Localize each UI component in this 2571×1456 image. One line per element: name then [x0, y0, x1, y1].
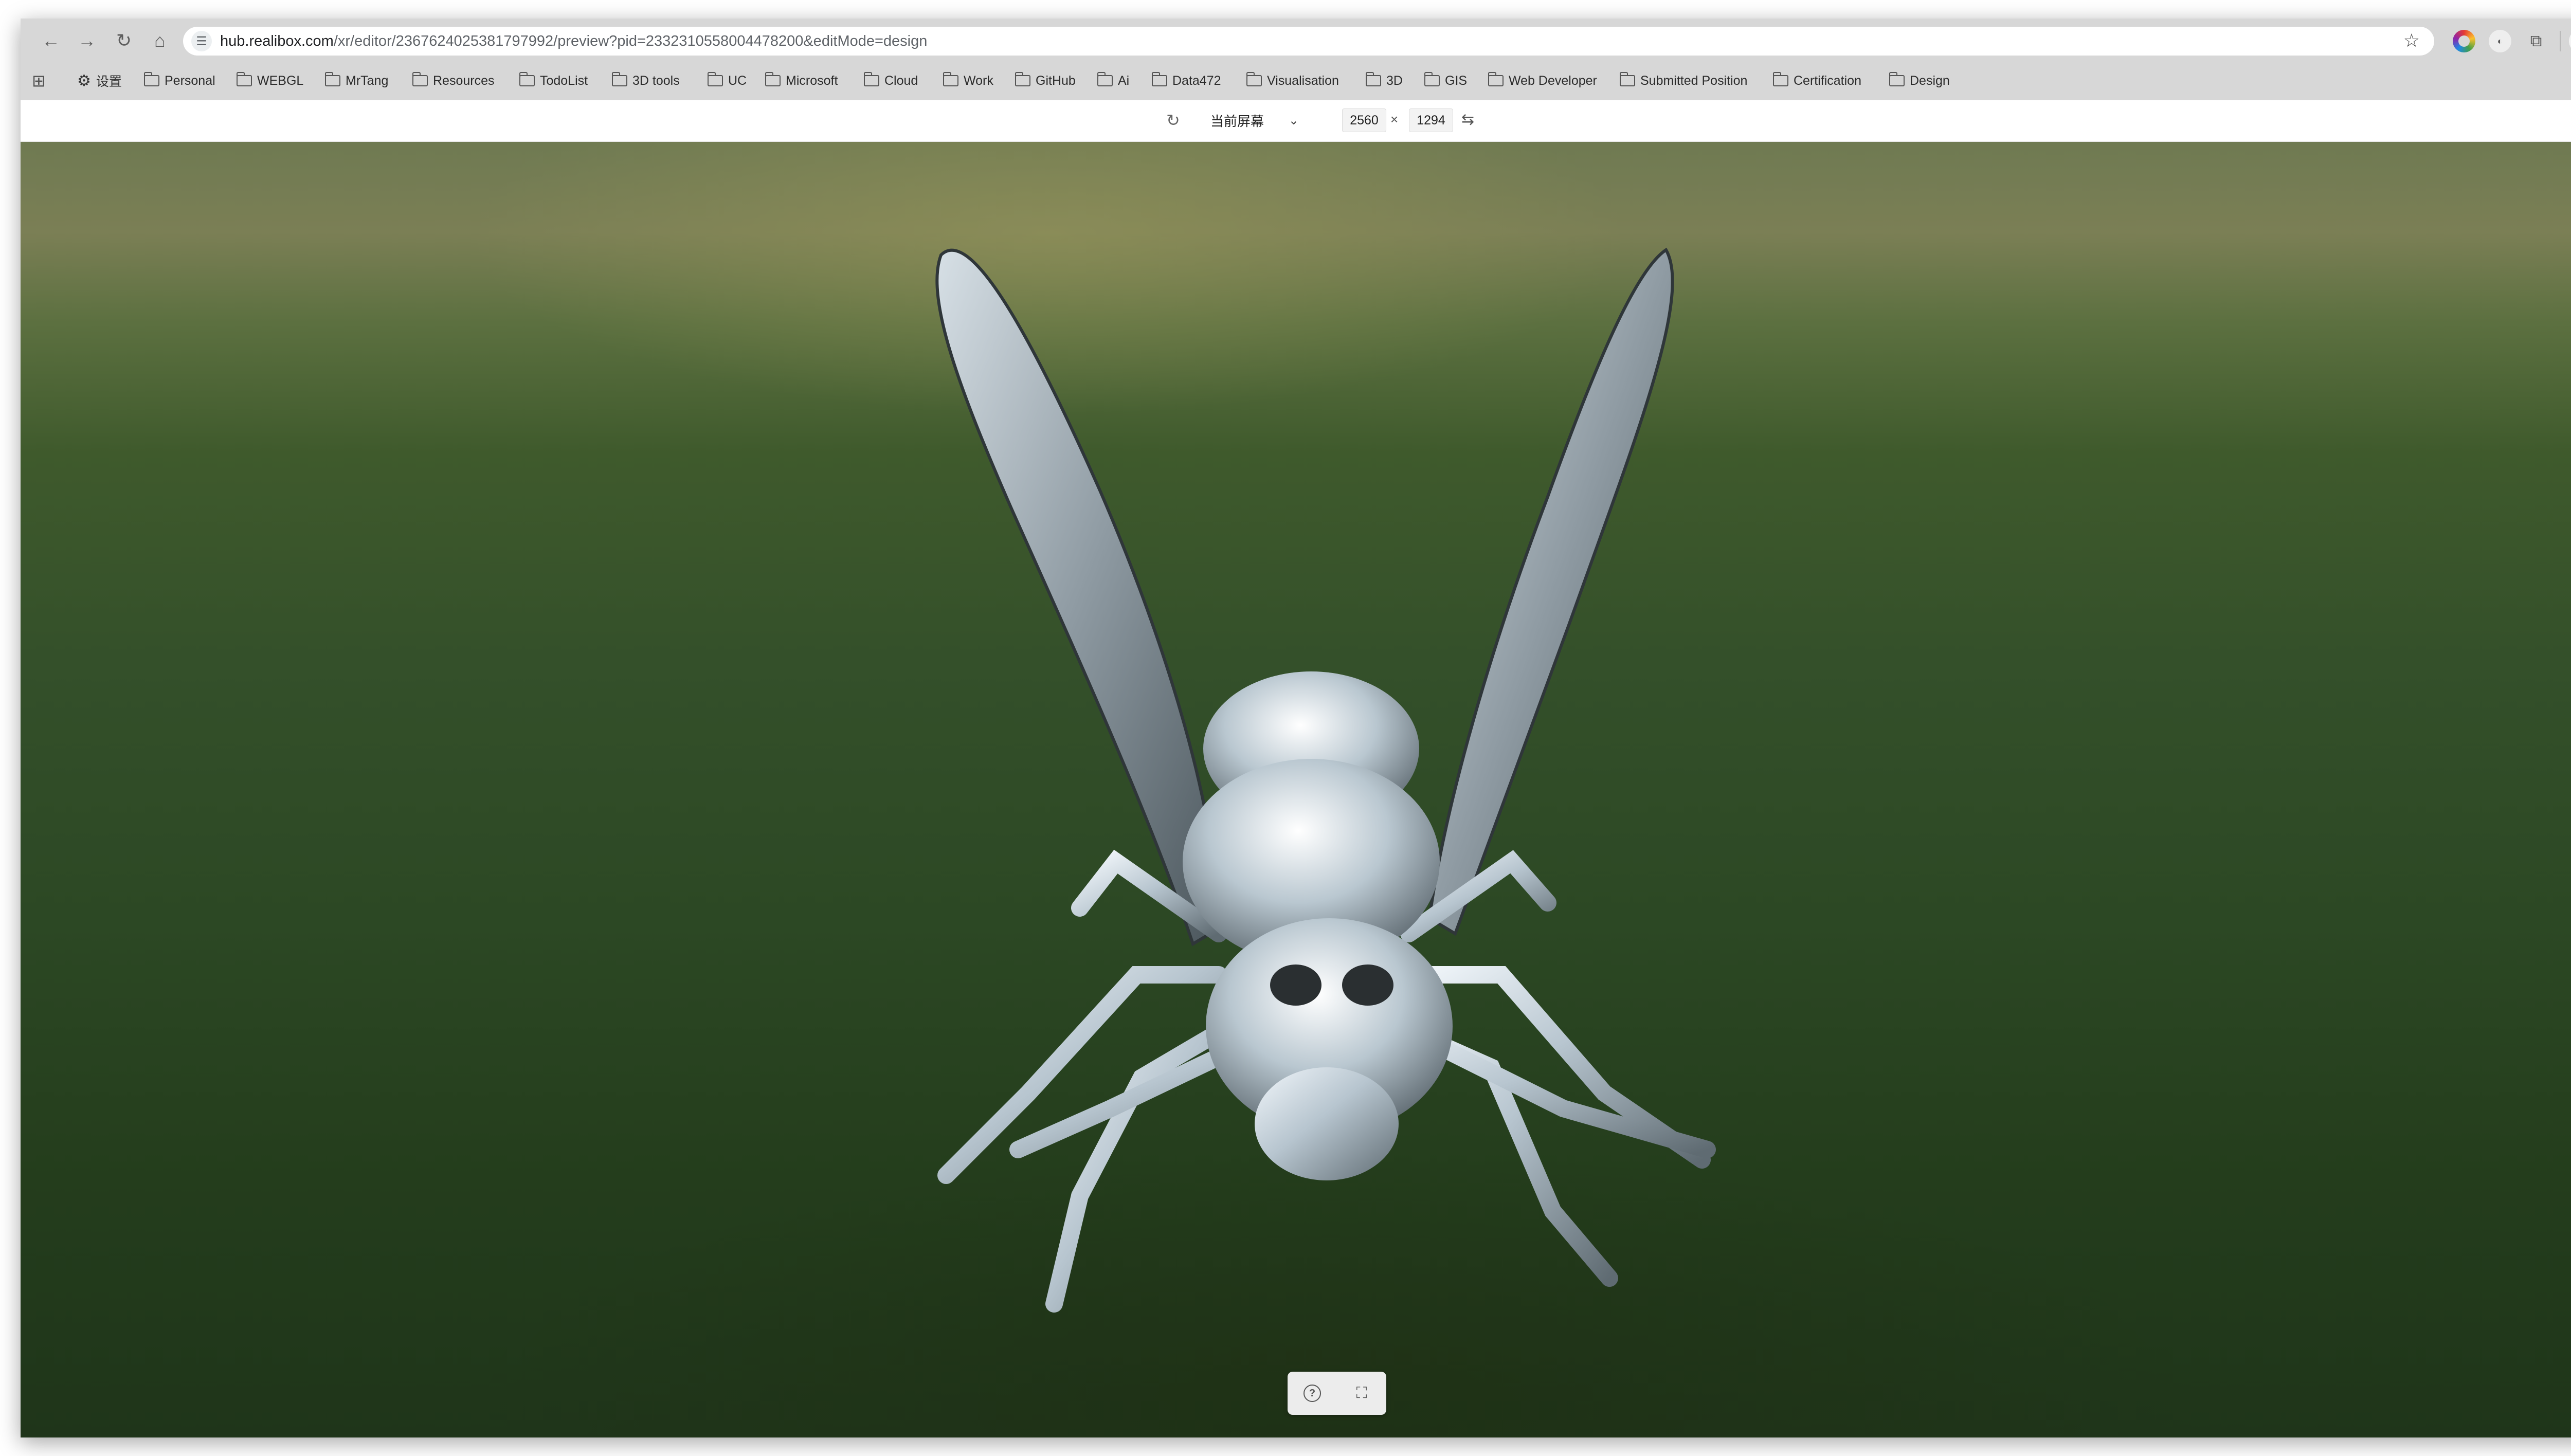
folder-icon	[236, 72, 252, 86]
bookmark-folder-work[interactable]: Work	[943, 70, 993, 92]
bookmark-folder-uc[interactable]: UC	[707, 70, 747, 92]
toolbar-separator	[2560, 31, 2561, 51]
folder-icon	[1365, 72, 1381, 86]
bee-model	[935, 247, 1716, 1313]
bookmark-folder-personal[interactable]: Personal	[143, 70, 215, 92]
apps-grid-icon[interactable]: ⊞	[32, 70, 46, 92]
site-info-icon[interactable]: ☰	[191, 31, 212, 51]
folder-icon	[143, 72, 159, 86]
bookmark-settings[interactable]: ⚙ 设置	[77, 70, 122, 92]
help-circle-icon[interactable]: ?	[1299, 1380, 1326, 1407]
screen-mode-select[interactable]: 当前屏幕 ⌄	[1203, 108, 1306, 132]
bee-mouth	[1255, 1067, 1399, 1180]
bookmark-folder-todolist[interactable]: TodoList	[519, 70, 588, 92]
reload-icon[interactable]: ↻	[111, 28, 137, 53]
right-wing	[1427, 247, 1674, 936]
bookmark-folder-design[interactable]: Design	[1889, 70, 1950, 92]
bookmark-folder-webgl[interactable]: WEBGL	[236, 70, 303, 92]
fullscreen-icon[interactable]: ⛶	[1348, 1380, 1375, 1407]
back-icon[interactable]: ←	[38, 28, 64, 53]
folder-icon	[519, 72, 535, 86]
folder-icon	[863, 72, 879, 86]
bookmark-label: 设置	[96, 75, 122, 89]
bookmark-folder-microsoft[interactable]: Microsoft	[765, 70, 838, 92]
folder-icon	[324, 72, 340, 86]
folder-icon	[1619, 72, 1635, 86]
folder-icon	[1424, 72, 1440, 86]
folder-icon	[1097, 72, 1113, 86]
folder-icon	[412, 72, 428, 86]
puzzle-icon[interactable]: ⧉	[2525, 30, 2547, 52]
bookmarks-bar: ⊞ ⚙ 设置 Personal WEBGL MrTang Resources T…	[21, 63, 2571, 100]
bookmark-folder-3d[interactable]: 3D	[1365, 70, 1403, 92]
profile-icon[interactable]: 👤	[2569, 29, 2571, 53]
bookmark-folder-mrtang[interactable]: MrTang	[324, 70, 388, 92]
bookmark-folder-visualisation[interactable]: Visualisation	[1246, 70, 1339, 92]
folder-icon	[1151, 72, 1167, 86]
viewer-controls: ? ⛶	[1288, 1372, 1386, 1415]
bookmark-folder-submitted-position[interactable]: Submitted Position	[1619, 70, 1747, 92]
url-path: /xr/editor/2367624025381797992/preview?p…	[333, 32, 928, 49]
bookmark-folder-resources[interactable]: Resources	[412, 70, 495, 92]
address-bar-row: ← → ↻ ⌂ ☰ hub.realibox.com/xr/editor/236…	[21, 19, 2571, 63]
bookmark-folder-cloud[interactable]: Cloud	[863, 70, 918, 92]
bee-eye-left	[1270, 964, 1321, 1006]
preview-toolbar: ↻ 当前屏幕 ⌄ × ⇆	[21, 100, 2571, 142]
height-input[interactable]	[1409, 108, 1453, 132]
bookmark-folder-web-developer[interactable]: Web Developer	[1488, 70, 1597, 92]
home-icon[interactable]: ⌂	[147, 28, 173, 53]
bookmark-folder-gis[interactable]: GIS	[1424, 70, 1467, 92]
width-input[interactable]	[1342, 108, 1386, 132]
folder-icon	[707, 72, 723, 86]
folder-icon	[1246, 72, 1262, 86]
forward-icon[interactable]: →	[74, 28, 100, 53]
bookmark-folder-3d-tools[interactable]: 3D tools	[611, 70, 680, 92]
bookmark-folder-github[interactable]: GitHub	[1015, 70, 1076, 92]
color-extension-icon[interactable]	[2453, 30, 2475, 52]
bookmark-star-icon[interactable]: ☆	[2403, 30, 2420, 51]
url-omnibox[interactable]: ☰ hub.realibox.com/xr/editor/23676240253…	[183, 27, 2434, 56]
folder-icon	[765, 72, 781, 86]
dimension-separator: ×	[1390, 112, 1399, 127]
3d-viewport[interactable]: ? ⛶	[21, 142, 2571, 1437]
folder-icon	[1772, 72, 1788, 86]
folder-icon	[611, 72, 627, 86]
bookmark-folder-certification[interactable]: Certification	[1772, 70, 1861, 92]
bookmark-folder-ai[interactable]: Ai	[1097, 70, 1129, 92]
toggle-extension-icon[interactable]: ◐	[2489, 30, 2511, 52]
chevron-down-icon: ⌄	[1288, 113, 1299, 128]
swap-dimensions-icon[interactable]: ⇆	[1461, 111, 1474, 129]
left-wing	[935, 248, 1221, 947]
reset-view-icon[interactable]: ↻	[1166, 111, 1180, 130]
gear-icon: ⚙	[77, 72, 91, 89]
folder-icon	[1488, 72, 1504, 86]
url-host: hub.realibox.com	[220, 32, 334, 49]
screen-mode-label: 当前屏幕	[1210, 113, 1264, 129]
folder-icon	[1015, 72, 1030, 86]
bee-eye-right	[1342, 964, 1393, 1006]
bookmark-folder-data472[interactable]: Data472	[1151, 70, 1221, 92]
folder-icon	[1889, 72, 1905, 86]
folder-icon	[943, 72, 958, 86]
browser-window: ← → ↻ ⌂ ☰ hub.realibox.com/xr/editor/236…	[21, 19, 2571, 1437]
